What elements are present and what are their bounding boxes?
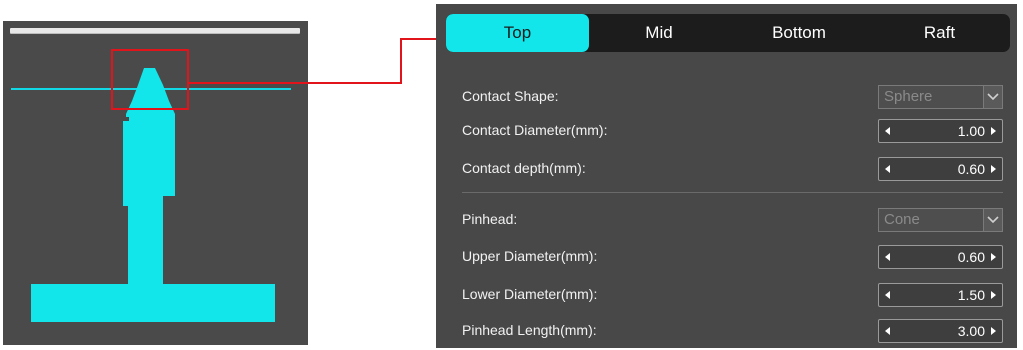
support-settings-panel: Top Mid Bottom Raft Contact Shape: Spher… bbox=[436, 4, 1017, 348]
contact-diameter-row: Contact Diameter(mm): 1.00 bbox=[436, 119, 1017, 145]
contact-depth-value[interactable]: 0.60 bbox=[958, 161, 985, 177]
triangle-left-icon[interactable] bbox=[885, 253, 890, 261]
upper-diameter-label: Upper Diameter(mm): bbox=[462, 248, 598, 264]
triangle-right-icon[interactable] bbox=[991, 253, 996, 261]
section-divider bbox=[462, 192, 1003, 193]
contact-diameter-value[interactable]: 1.00 bbox=[958, 123, 985, 139]
triangle-right-icon[interactable] bbox=[991, 165, 996, 173]
contact-shape-value: Sphere bbox=[884, 88, 933, 105]
upper-diameter-spinbox[interactable]: 0.60 bbox=[878, 245, 1003, 269]
tab-bottom[interactable]: Bottom bbox=[729, 14, 869, 52]
contact-diameter-label: Contact Diameter(mm): bbox=[462, 122, 608, 138]
triangle-left-icon[interactable] bbox=[885, 291, 890, 299]
triangle-left-icon[interactable] bbox=[885, 327, 890, 335]
tab-raft[interactable]: Raft bbox=[869, 14, 1010, 52]
pinhead-select[interactable]: Cone bbox=[878, 208, 1003, 232]
contact-depth-row: Contact depth(mm): 0.60 bbox=[436, 157, 1017, 183]
tab-top[interactable]: Top bbox=[446, 14, 589, 52]
lower-diameter-row: Lower Diameter(mm): 1.50 bbox=[436, 283, 1017, 309]
contact-shape-select[interactable]: Sphere bbox=[878, 85, 1003, 109]
zoom-highlight-box bbox=[111, 49, 189, 110]
triangle-right-icon[interactable] bbox=[991, 327, 996, 335]
upper-diameter-value[interactable]: 0.60 bbox=[958, 249, 985, 265]
lower-diameter-label: Lower Diameter(mm): bbox=[462, 286, 598, 302]
chevron-down-icon[interactable] bbox=[983, 86, 1002, 108]
triangle-left-icon[interactable] bbox=[885, 165, 890, 173]
pinhead-length-row: Pinhead Length(mm): 3.00 bbox=[436, 319, 1017, 345]
triangle-right-icon[interactable] bbox=[991, 291, 996, 299]
contact-diameter-spinbox[interactable]: 1.00 bbox=[878, 119, 1003, 143]
pinhead-length-spinbox[interactable]: 3.00 bbox=[878, 319, 1003, 343]
pinhead-label: Pinhead: bbox=[462, 211, 518, 227]
lower-diameter-value[interactable]: 1.50 bbox=[958, 287, 985, 303]
contact-shape-row: Contact Shape: Sphere bbox=[436, 85, 1017, 111]
contact-depth-label: Contact depth(mm): bbox=[462, 160, 586, 176]
pinhead-length-value[interactable]: 3.00 bbox=[958, 323, 985, 339]
upper-diameter-row: Upper Diameter(mm): 0.60 bbox=[436, 245, 1017, 271]
pinhead-value: Cone bbox=[884, 211, 920, 228]
tab-bar: Top Mid Bottom Raft bbox=[446, 14, 1010, 52]
contact-shape-label: Contact Shape: bbox=[462, 88, 559, 104]
triangle-right-icon[interactable] bbox=[991, 127, 996, 135]
triangle-left-icon[interactable] bbox=[885, 127, 890, 135]
chevron-down-icon[interactable] bbox=[983, 209, 1002, 231]
support-column bbox=[123, 117, 175, 284]
pinhead-row: Pinhead: Cone bbox=[436, 208, 1017, 234]
lower-diameter-spinbox[interactable]: 1.50 bbox=[878, 283, 1003, 307]
contact-depth-spinbox[interactable]: 0.60 bbox=[878, 157, 1003, 181]
support-base bbox=[31, 284, 275, 322]
pinhead-length-label: Pinhead Length(mm): bbox=[462, 322, 597, 338]
tab-mid[interactable]: Mid bbox=[589, 14, 729, 52]
